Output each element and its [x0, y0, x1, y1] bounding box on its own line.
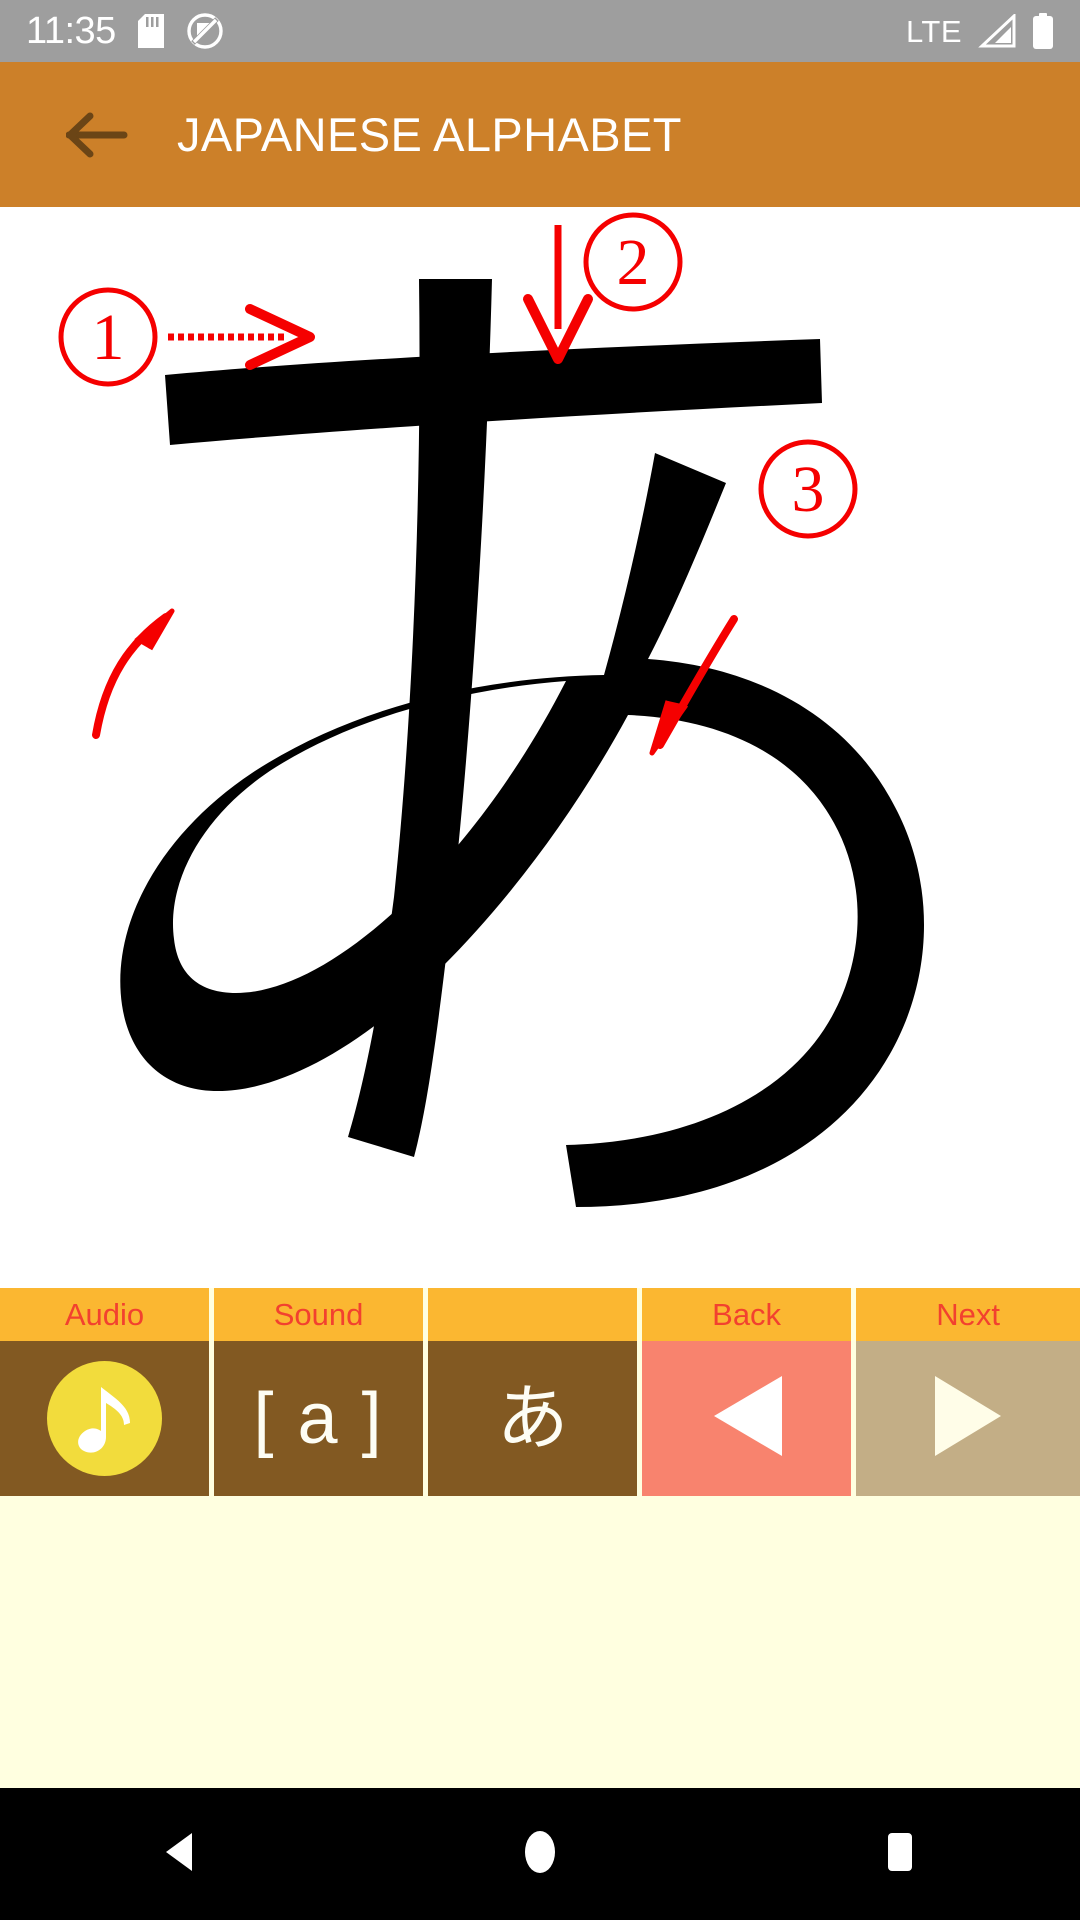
sound-label: Sound	[214, 1288, 424, 1341]
sound-cell[interactable]: Sound [ a ]	[214, 1288, 424, 1496]
music-note-icon	[47, 1361, 163, 1476]
stroke-order-diagram: 1 2 3	[58, 212, 925, 1207]
audio-button[interactable]	[0, 1341, 210, 1496]
next-nav-button[interactable]	[856, 1341, 1080, 1496]
curved-arrow-left	[92, 608, 175, 739]
stroke-number-3: 3	[792, 453, 825, 526]
nav-back-button[interactable]	[105, 1788, 255, 1920]
nav-back-triangle-icon	[160, 1830, 200, 1879]
next-label: Next	[856, 1288, 1080, 1341]
battery-icon	[1032, 13, 1054, 49]
network-type-label: LTE	[905, 13, 962, 49]
nav-recents-button[interactable]	[825, 1788, 975, 1920]
stroke-marker-2: 2	[523, 212, 683, 364]
page-background-filler	[0, 1496, 1080, 1788]
nav-recents-square-icon	[879, 1830, 921, 1879]
stroke-marker-3: 3	[758, 439, 858, 539]
romaji-button[interactable]: [ a ]	[214, 1341, 424, 1496]
stroke-arrow-2	[523, 225, 593, 364]
romaji-value: [ a ]	[253, 1378, 384, 1459]
kana-glyph-strokes	[120, 279, 925, 1207]
kana-button[interactable]: あ	[428, 1341, 638, 1496]
nav-home-circle-icon	[519, 1830, 561, 1879]
back-cell[interactable]: Back	[642, 1288, 852, 1496]
nav-home-button[interactable]	[465, 1788, 615, 1920]
status-bar-right: LTE	[906, 13, 1054, 49]
page-title: JAPANESE ALPHABET	[177, 108, 682, 161]
do-not-disturb-icon	[186, 12, 224, 50]
kana-value: あ	[496, 1378, 569, 1459]
left-triangle-icon	[708, 1372, 786, 1465]
right-triangle-icon	[929, 1372, 1007, 1465]
back-nav-button[interactable]	[642, 1341, 852, 1496]
back-label: Back	[642, 1288, 852, 1341]
app-bar: JAPANESE ALPHABET	[0, 62, 1080, 207]
sd-card-icon	[137, 14, 164, 48]
back-arrow-icon	[66, 110, 128, 160]
next-cell[interactable]: Next	[856, 1288, 1080, 1496]
back-button[interactable]	[42, 80, 152, 190]
status-bar-left: 11:35	[26, 12, 224, 50]
status-bar: 11:35 LTE	[0, 0, 1080, 62]
character-display-area: 1 2 3	[0, 207, 1080, 1288]
system-nav-bar	[0, 1788, 1080, 1920]
stroke-number-1: 1	[92, 301, 125, 374]
kana-label	[428, 1288, 638, 1341]
kana-cell[interactable]: あ	[428, 1288, 638, 1496]
status-clock: 11:35	[26, 10, 116, 52]
control-bar: Audio Sound [ a ] あ Back Next	[0, 1288, 1080, 1496]
audio-cell[interactable]: Audio	[0, 1288, 210, 1496]
stroke-number-2: 2	[617, 226, 650, 299]
stroke-arrow-1	[168, 304, 315, 370]
audio-label: Audio	[0, 1288, 210, 1341]
signal-icon	[978, 14, 1016, 48]
